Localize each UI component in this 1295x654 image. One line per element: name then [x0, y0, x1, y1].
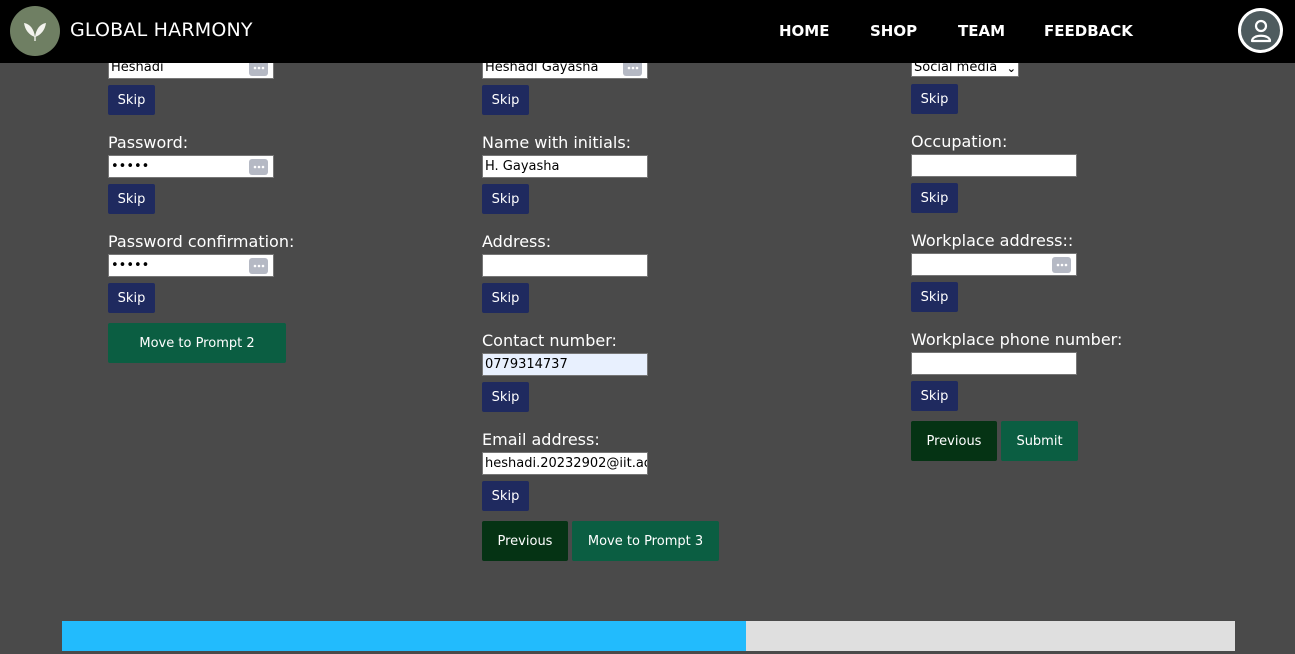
occupation-label: Occupation: [911, 132, 1008, 151]
skip-button-contact[interactable]: Skip [482, 382, 529, 412]
password-confirm-label: Password confirmation: [108, 232, 295, 251]
progress-bar-fill [62, 621, 746, 651]
brand-logo[interactable] [10, 6, 60, 56]
ellipsis-icon[interactable] [249, 258, 268, 274]
skip-button-email[interactable]: Skip [482, 481, 529, 511]
occupation-field[interactable] [911, 154, 1077, 177]
progress-bar [62, 621, 1235, 651]
password-confirm-field[interactable]: ••••• [108, 254, 274, 277]
workplace-address-field[interactable] [911, 253, 1077, 276]
navbar: GLOBAL HARMONY HOME SHOP TEAM FEEDBACK [0, 0, 1295, 63]
password-label: Password: [108, 133, 189, 152]
ellipsis-icon[interactable] [1052, 257, 1071, 273]
nav-shop[interactable]: SHOP [870, 22, 917, 40]
workplace-phone-field[interactable] [911, 352, 1077, 375]
skip-button-workplace-phone[interactable]: Skip [911, 381, 958, 411]
previous-button-prompt-3[interactable]: Previous [911, 421, 997, 461]
skip-button-source[interactable]: Skip [911, 84, 958, 114]
skip-button-workplace-address[interactable]: Skip [911, 282, 958, 312]
skip-button-username[interactable]: Skip [108, 85, 155, 115]
nav-feedback[interactable]: FEEDBACK [1044, 22, 1133, 40]
password-field[interactable]: ••••• [108, 155, 274, 178]
ellipsis-icon[interactable] [249, 159, 268, 175]
leaf-logo-icon [24, 23, 46, 41]
email-field[interactable]: heshadi.20232902@iit.ac [482, 452, 648, 475]
user-icon [1250, 19, 1271, 42]
address-label: Address: [482, 232, 552, 251]
move-to-prompt-2-button[interactable]: Move to Prompt 2 [108, 323, 286, 363]
brand-name: GLOBAL HARMONY [70, 19, 253, 41]
skip-button-password-confirm[interactable]: Skip [108, 283, 155, 313]
initials-field[interactable]: H. Gayasha [482, 155, 648, 178]
skip-button-initials[interactable]: Skip [482, 184, 529, 214]
initials-label: Name with initials: [482, 133, 632, 152]
previous-button-prompt-2[interactable]: Previous [482, 521, 568, 561]
workplace-address-label: Workplace address:: [911, 231, 1074, 250]
nav-team[interactable]: TEAM [958, 22, 1005, 40]
workplace-phone-label: Workplace phone number: [911, 330, 1123, 349]
skip-button-password[interactable]: Skip [108, 184, 155, 214]
nav-home[interactable]: HOME [779, 22, 829, 40]
skip-button-address[interactable]: Skip [482, 283, 529, 313]
contact-field[interactable]: 0779314737 [482, 353, 648, 376]
skip-button-occupation[interactable]: Skip [911, 183, 958, 213]
email-label: Email address: [482, 430, 600, 449]
submit-button[interactable]: Submit [1001, 421, 1078, 461]
profile-button[interactable] [1238, 8, 1283, 53]
move-to-prompt-3-button[interactable]: Move to Prompt 3 [572, 521, 719, 561]
address-field[interactable] [482, 254, 648, 277]
skip-button-full-name[interactable]: Skip [482, 85, 529, 115]
contact-label: Contact number: [482, 331, 617, 350]
